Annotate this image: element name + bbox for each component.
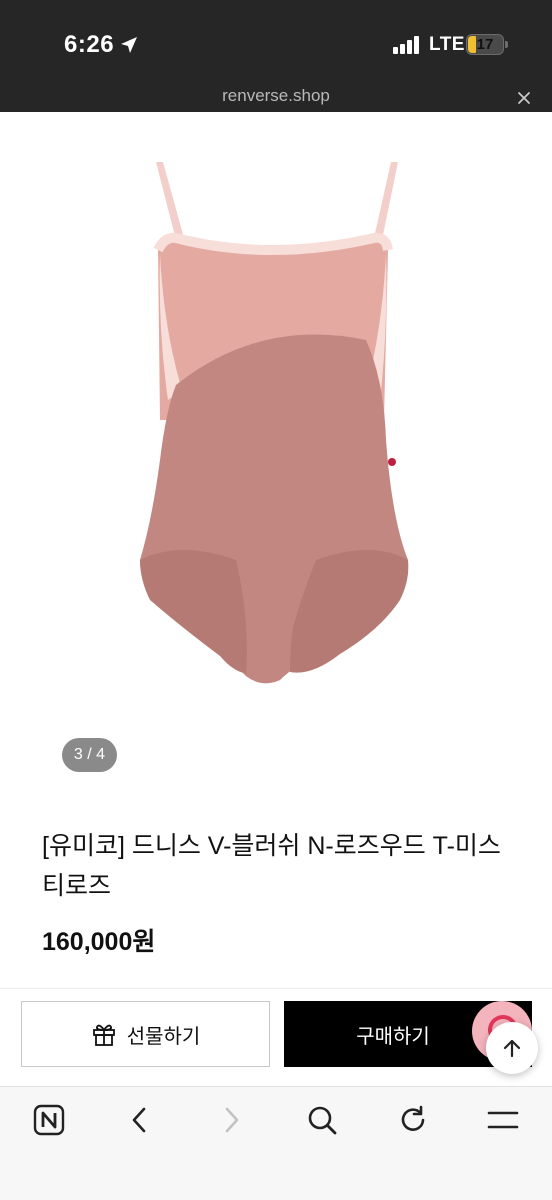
scroll-to-top-button[interactable]: [486, 1022, 538, 1074]
battery-tip: [505, 41, 508, 48]
refresh-button[interactable]: [395, 1102, 431, 1138]
naver-home-icon[interactable]: [31, 1102, 67, 1138]
status-time: 6:26: [64, 31, 115, 58]
forward-icon: [225, 1107, 239, 1133]
back-button[interactable]: [122, 1102, 158, 1138]
menu-button[interactable]: [485, 1102, 521, 1138]
search-button[interactable]: [304, 1102, 340, 1138]
back-icon: [132, 1107, 146, 1133]
signal-strength-icon: [393, 36, 421, 54]
product-image-carousel[interactable]: [0, 112, 552, 802]
gift-icon: [92, 1024, 115, 1046]
battery-icon: 17: [466, 34, 504, 55]
gift-button[interactable]: 선물하기: [21, 1001, 270, 1067]
leotard-image: [140, 162, 409, 684]
location-arrow-icon: [121, 37, 137, 53]
battery-level: 17: [476, 36, 494, 53]
search-icon: [308, 1106, 337, 1135]
close-icon[interactable]: [514, 88, 534, 108]
arrow-up-icon: [503, 1039, 521, 1058]
browser-toolbar: [0, 1086, 552, 1200]
buy-button-label: 구매하기: [356, 1025, 430, 1048]
url-bar[interactable]: renverse.shop: [0, 86, 552, 106]
gift-button-label: 선물하기: [126, 1025, 201, 1048]
product-title: [유미코] 드니스 V-블러쉬 N-로즈우드 T-미스티로즈: [42, 832, 501, 900]
forward-button[interactable]: [213, 1102, 249, 1138]
image-page-indicator: 3 / 4: [62, 738, 117, 772]
refresh-icon: [401, 1105, 425, 1131]
naver-logo-icon: [33, 1104, 65, 1136]
network-type: LTE: [429, 34, 465, 55]
product-price: 160,000원: [42, 928, 156, 956]
menu-icon: [487, 1111, 519, 1129]
